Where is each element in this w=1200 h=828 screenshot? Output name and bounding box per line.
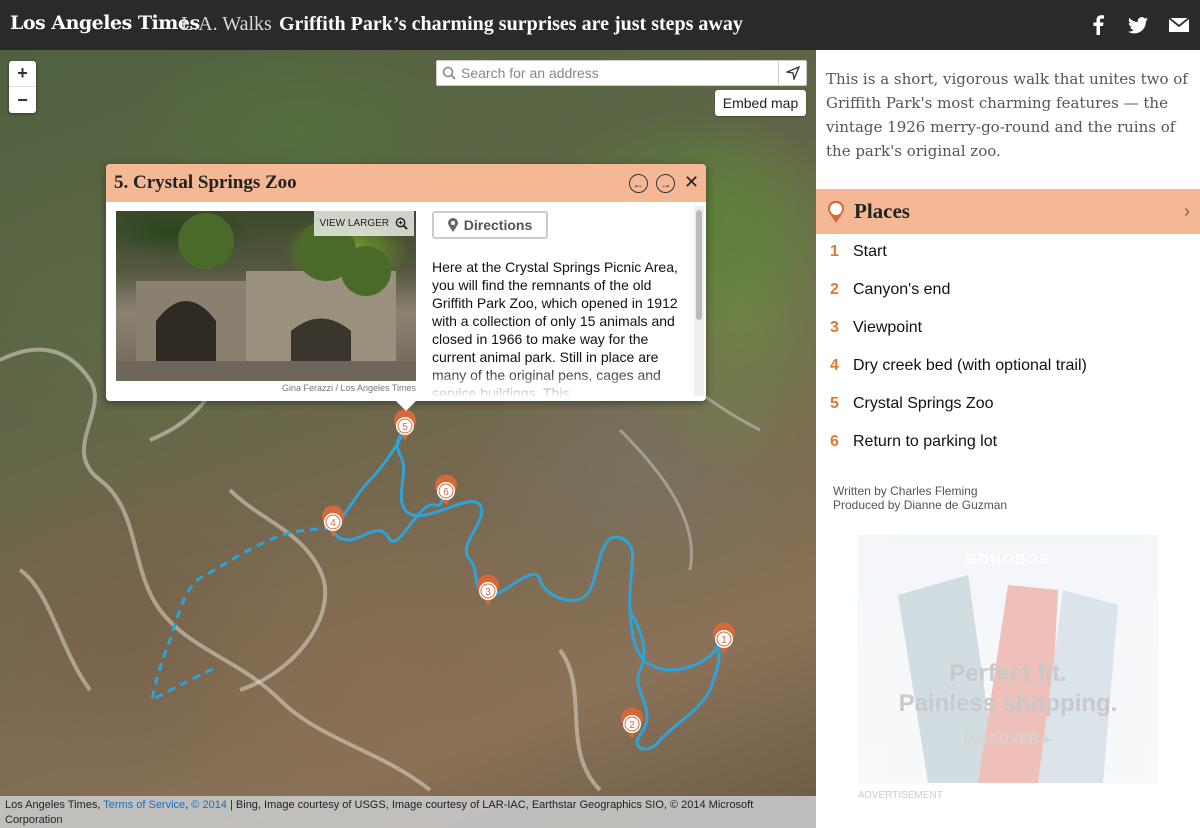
address-search — [436, 60, 807, 86]
places-header[interactable]: Places › — [816, 189, 1200, 234]
place-number: 5 — [830, 395, 839, 412]
mail-icon[interactable] — [1166, 12, 1192, 38]
sidebar: This is a short, vigorous walk that unit… — [816, 50, 1200, 828]
ad-headline-2: Painless shopping. — [898, 690, 1118, 717]
previous-place-button[interactable]: ← — [629, 174, 648, 193]
search-input[interactable] — [461, 62, 778, 84]
facebook-icon[interactable] — [1085, 12, 1111, 38]
map[interactable]: 1 2 3 4 5 6 + − Search for an address Em… — [0, 50, 816, 828]
twitter-icon[interactable] — [1125, 12, 1151, 38]
written-by: Written by Charles Fleming — [833, 484, 978, 498]
scrollbar-thumb[interactable] — [696, 210, 702, 320]
zoom-magnifier-icon — [395, 217, 408, 230]
section-title[interactable]: L.A. Walks — [181, 13, 272, 36]
photo-illustration — [116, 213, 416, 381]
embed-map-button[interactable]: Embed map — [715, 90, 806, 116]
page-title: Griffith Park’s charming surprises are j… — [279, 13, 743, 35]
place-description: Here at the Crystal Springs Picnic Area,… — [432, 258, 680, 398]
map-marker: 3 — [477, 574, 499, 606]
close-popup-button[interactable]: ✕ — [684, 172, 699, 193]
next-place-button[interactable]: → — [656, 174, 675, 193]
marker-label: 4 — [330, 518, 336, 529]
intro-text: This is a short, vigorous walk that unit… — [826, 70, 1188, 160]
copyright-link[interactable]: © 2014 — [191, 799, 227, 811]
attribution-prefix: Los Angeles Times, — [5, 799, 101, 811]
place-number: 6 — [830, 433, 839, 450]
photo-credit: Gina Ferazzi / Los Angeles Times — [281, 383, 416, 393]
map-attribution: Los Angeles Times, Terms of Service, © 2… — [0, 796, 816, 828]
place-popup: 5. Crystal Springs Zoo ← → ✕ VIEW LARGER… — [106, 164, 706, 401]
place-number: 1 — [830, 243, 839, 260]
map-pin-icon — [447, 218, 458, 232]
zoom-in-button[interactable]: + — [9, 61, 36, 87]
directions-button[interactable]: Directions — [432, 211, 548, 239]
produced-by: Produced by Dianne de Guzman — [833, 498, 1008, 512]
place-label: Dry creek bed (with optional trail) — [853, 357, 1087, 374]
credits: Written by Charles Fleming Produced by D… — [833, 484, 1007, 512]
place-item[interactable]: 3 Viewpoint — [830, 313, 922, 343]
place-item[interactable]: 6 Return to parking lot — [830, 427, 997, 457]
place-item[interactable]: 4 Dry creek bed (with optional trail) — [830, 351, 1087, 381]
marker-label: 5 — [402, 422, 408, 433]
place-label: Canyon's end — [853, 281, 951, 298]
zoom-out-button[interactable]: − — [9, 87, 36, 113]
place-label: Start — [853, 243, 887, 260]
marker-label: 3 — [485, 587, 491, 598]
place-item[interactable]: 5 Crystal Springs Zoo — [830, 389, 994, 419]
chevron-right-icon: › — [1184, 201, 1190, 221]
popup-scrollbar[interactable] — [694, 206, 704, 396]
ad-cta[interactable]: DISCOVER ▸ — [858, 731, 1158, 747]
places-title: Places — [854, 199, 910, 223]
marker-label: 2 — [629, 720, 635, 731]
marker-label: 1 — [721, 635, 727, 646]
zoom-controls: + − — [9, 61, 36, 113]
terms-of-service-link[interactable]: Terms of Service — [103, 799, 185, 811]
place-photo[interactable]: VIEW LARGER — [116, 211, 416, 381]
place-number: 4 — [830, 357, 839, 374]
locate-me-button[interactable] — [778, 61, 806, 85]
arrow-left-icon: ← — [632, 176, 645, 191]
site-header: Los Angeles Times L.A. Walks Griffith Pa… — [0, 0, 1200, 50]
view-larger-label: VIEW LARGER — [319, 218, 389, 229]
ad-label: ADVERTISEMENT — [858, 790, 943, 801]
place-item[interactable]: 1 Start — [830, 237, 887, 267]
place-pin-icon — [828, 200, 844, 223]
site-logo[interactable]: Los Angeles Times — [10, 12, 200, 34]
location-arrow-icon — [785, 66, 800, 80]
ad-headline-1: Perfect fit. — [949, 660, 1067, 687]
map-marker: 5 — [394, 409, 416, 441]
arrow-right-icon: → — [659, 176, 672, 191]
place-label: Crystal Springs Zoo — [853, 395, 994, 412]
popup-title: 5. Crystal Springs Zoo — [106, 164, 706, 202]
directions-label: Directions — [463, 217, 533, 233]
map-marker: 4 — [322, 505, 344, 537]
view-larger-button[interactable]: VIEW LARGER — [313, 211, 414, 236]
popup-pointer — [395, 400, 417, 411]
advertisement[interactable]: BONOBOS Perfect fit. Painless shopping. … — [858, 535, 1158, 783]
place-number: 3 — [830, 319, 839, 336]
marker-label: 6 — [443, 487, 449, 498]
close-icon: ✕ — [684, 172, 700, 192]
place-item[interactable]: 2 Canyon's end — [830, 275, 950, 305]
ad-brand: BONOBOS — [965, 551, 1051, 568]
place-number: 2 — [830, 281, 839, 298]
map-marker: 6 — [435, 474, 457, 506]
search-icon — [437, 66, 461, 80]
place-label: Return to parking lot — [853, 433, 998, 450]
place-label: Viewpoint — [853, 319, 923, 336]
